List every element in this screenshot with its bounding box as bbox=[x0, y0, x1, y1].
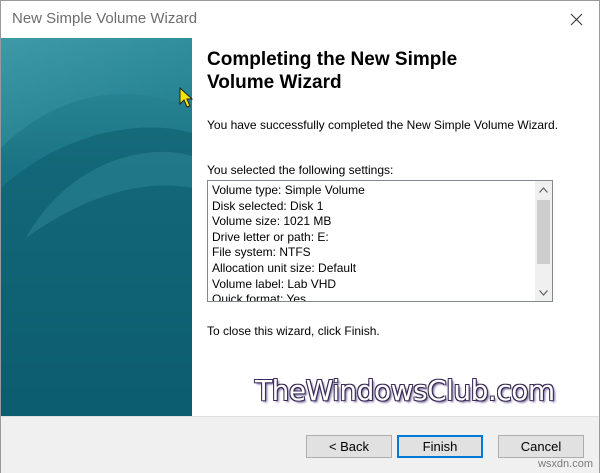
chevron-up-icon bbox=[539, 186, 548, 193]
list-item: Volume label: Lab VHD bbox=[212, 276, 337, 291]
wizard-banner-image bbox=[1, 38, 192, 416]
close-instruction: To close this wizard, click Finish. bbox=[207, 324, 380, 338]
scroll-down-button[interactable] bbox=[535, 284, 552, 301]
cancel-button[interactable]: Cancel bbox=[498, 435, 584, 458]
wizard-window: New Simple Volume Wizard Completing the … bbox=[0, 0, 600, 473]
list-item: Allocation unit size: Default bbox=[212, 260, 357, 275]
button-bar: < Back Finish Cancel bbox=[1, 416, 599, 473]
site-watermark: wsxdn.com bbox=[537, 458, 593, 470]
list-item: Volume type: Simple Volume bbox=[212, 183, 365, 197]
back-button[interactable]: < Back bbox=[306, 435, 392, 458]
close-icon bbox=[570, 13, 582, 25]
settings-label: You selected the following settings: bbox=[207, 163, 394, 177]
mouse-pointer-icon bbox=[179, 87, 193, 108]
title-bar[interactable]: New Simple Volume Wizard bbox=[1, 1, 599, 37]
list-item: Drive letter or path: E: bbox=[212, 229, 329, 244]
wizard-content: Completing the New Simple Volume Wizard … bbox=[193, 38, 599, 416]
chevron-down-icon bbox=[539, 289, 548, 296]
scroll-thumb[interactable] bbox=[537, 200, 550, 264]
vertical-scrollbar[interactable] bbox=[535, 181, 552, 301]
settings-list[interactable]: Volume type: Simple Volume Disk selected… bbox=[207, 180, 553, 302]
scroll-up-button[interactable] bbox=[535, 181, 552, 198]
list-item: Quick format: Yes bbox=[212, 292, 307, 302]
finish-button[interactable]: Finish bbox=[397, 435, 483, 458]
window-title: New Simple Volume Wizard bbox=[12, 10, 198, 27]
list-item: Disk selected: Disk 1 bbox=[212, 198, 324, 213]
page-title: Completing the New Simple Volume Wizard bbox=[207, 49, 458, 93]
completion-message: You have successfully completed the New … bbox=[207, 118, 559, 132]
list-item: Volume size: 1021 MB bbox=[212, 214, 332, 229]
list-item: File system: NTFS bbox=[212, 245, 311, 260]
close-button[interactable] bbox=[553, 1, 599, 37]
watermark-text: TheWindowsClub.com bbox=[255, 374, 555, 407]
